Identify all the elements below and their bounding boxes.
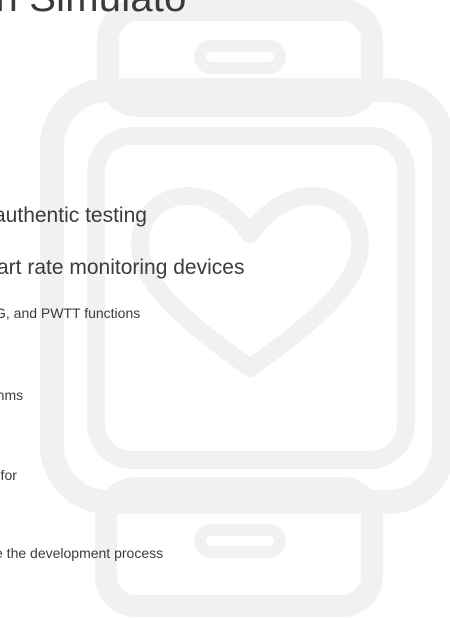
- slide-title: e Multi-Vital Sign Simulato: [0, 0, 450, 21]
- slide-page: e Multi-Vital Sign Simulato authentic te…: [0, 0, 450, 618]
- body-line-authentic-testing: authentic testing: [0, 204, 147, 227]
- watch-strap-slot-top: [194, 40, 286, 74]
- heart-icon: [131, 187, 369, 377]
- watch-strap-slot-bottom: [194, 524, 286, 558]
- bullet-pwtt-functions: G, and PWTT functions: [0, 305, 141, 321]
- bullet-algorithms: rithms: [0, 387, 24, 403]
- bullet-for: r for: [0, 467, 17, 483]
- watch-screen: [87, 127, 415, 469]
- bullet-development-process: e the development process: [0, 545, 164, 561]
- body-line-heart-rate-devices: art rate monitoring devices: [0, 256, 245, 279]
